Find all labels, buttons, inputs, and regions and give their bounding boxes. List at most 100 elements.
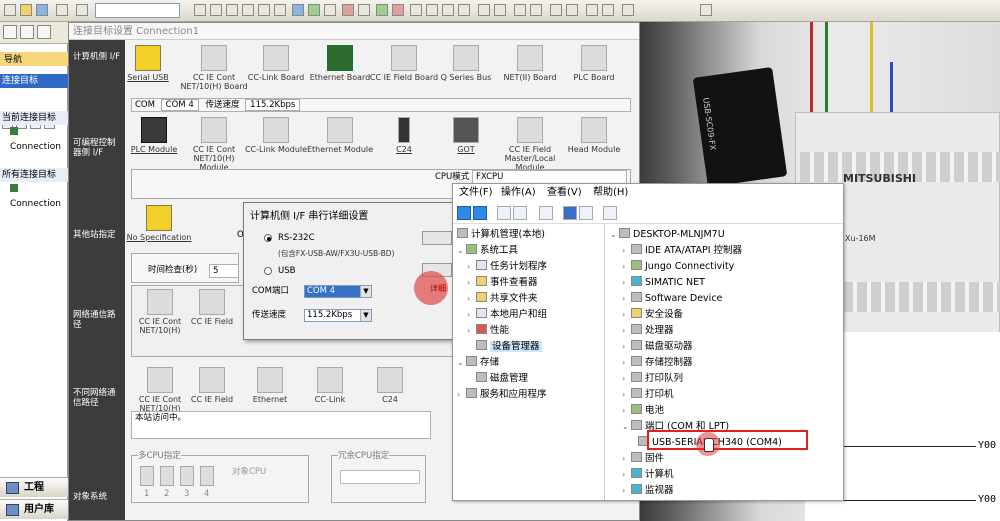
diff-network-c24[interactable]: C24: [355, 367, 425, 404]
properties-icon[interactable]: [539, 206, 553, 220]
delete-line-icon[interactable]: [494, 4, 506, 16]
plc-if-got[interactable]: GOT: [431, 117, 501, 154]
time-check-input[interactable]: 5: [209, 264, 239, 278]
device-firmware[interactable]: › 固件: [622, 452, 664, 465]
rs232c-radio[interactable]: [264, 234, 272, 242]
toolbar-more-icon[interactable]: [700, 4, 712, 16]
tree-system-tools[interactable]: ⌄ 系统工具: [457, 244, 518, 257]
tree-storage[interactable]: ⌄ 存储: [457, 356, 499, 369]
help-icon[interactable]: [76, 4, 88, 16]
pc-if-cc-ie-field[interactable]: CC IE Field Board: [369, 45, 439, 82]
cpu-2-button[interactable]: [160, 466, 174, 486]
cpu-1-button[interactable]: [140, 466, 154, 486]
cpu-3-button[interactable]: [180, 466, 194, 486]
cut-icon[interactable]: [194, 4, 206, 16]
current-target-item[interactable]: Connection: [0, 126, 68, 152]
device-monitor[interactable]: › 监视器: [622, 484, 674, 497]
stop-icon[interactable]: [392, 4, 404, 16]
pc-if-q-series-bus[interactable]: Q Series Bus: [431, 45, 501, 82]
nav-list-icon[interactable]: [20, 25, 34, 39]
convert-icon[interactable]: [586, 4, 598, 16]
plc-if-cc-ie-field[interactable]: CC IE Field Master/Local Module: [495, 117, 565, 172]
tree-performance[interactable]: › 性能: [467, 324, 509, 337]
tree-computer-management[interactable]: 计算机管理(本地): [457, 228, 545, 241]
pc-if-cc-link[interactable]: CC-Link Board: [241, 45, 311, 82]
ladder-coil-1[interactable]: Y00: [978, 440, 996, 451]
ladder-icon[interactable]: [410, 4, 422, 16]
device-software[interactable]: › Software Device: [622, 292, 722, 305]
print-icon[interactable]: [56, 4, 68, 16]
view-icon[interactable]: [579, 206, 593, 220]
comment-icon[interactable]: [550, 4, 562, 16]
show-hide-tree-icon[interactable]: [513, 206, 527, 220]
device-ide[interactable]: › IDE ATA/ATAPI 控制器: [622, 244, 742, 257]
plc-if-ethernet[interactable]: Ethernet Module: [305, 117, 375, 154]
help-icon[interactable]: [563, 206, 577, 220]
other-station-no-spec[interactable]: No Specification: [114, 205, 204, 242]
tree-device-manager[interactable]: 设备管理器: [467, 340, 542, 353]
statement-icon[interactable]: [566, 4, 578, 16]
nav-project-button[interactable]: 工程: [0, 477, 68, 497]
toolbar-select[interactable]: [95, 3, 180, 18]
device-security[interactable]: › 安全设备: [622, 308, 683, 321]
run-icon[interactable]: [376, 4, 388, 16]
new-icon[interactable]: [4, 4, 16, 16]
network-cc-ie-field[interactable]: CC IE Field: [177, 289, 247, 326]
usb-radio[interactable]: [264, 267, 272, 275]
device-computer[interactable]: › 计算机: [622, 468, 674, 481]
menu-help[interactable]: 帮助(H): [593, 184, 628, 202]
forward-icon[interactable]: [473, 206, 487, 220]
open-icon[interactable]: [20, 4, 32, 16]
coil-icon[interactable]: [442, 4, 454, 16]
ladder-coil-2[interactable]: Y00: [978, 494, 996, 505]
transfer-speed-select[interactable]: 115.2Kbps ▼: [304, 309, 372, 322]
device-jungo[interactable]: › Jungo Connectivity: [622, 260, 734, 273]
find-icon[interactable]: [274, 4, 286, 16]
menu-action[interactable]: 操作(A): [501, 184, 536, 202]
device-battery[interactable]: › 电池: [622, 404, 664, 417]
dialog-ok-button[interactable]: [422, 231, 452, 245]
nav-grid-icon[interactable]: [37, 25, 51, 39]
nav-folder-icon[interactable]: [3, 25, 17, 39]
device-disk-drive[interactable]: › 磁盘驱动器: [622, 340, 693, 353]
device-printer[interactable]: › 打印机: [622, 388, 674, 401]
redo-icon[interactable]: [258, 4, 270, 16]
pc-if-plc-board[interactable]: PLC Board: [559, 45, 629, 82]
zoom-in-icon[interactable]: [514, 4, 526, 16]
zoom-out-icon[interactable]: [530, 4, 542, 16]
device-simatic[interactable]: › SIMATIC NET: [622, 276, 705, 289]
pc-if-cc-ie-cont[interactable]: CC IE Cont NET/10(H) Board: [179, 45, 249, 91]
menu-view[interactable]: 查看(V): [547, 184, 582, 202]
compile-icon[interactable]: [602, 4, 614, 16]
undo-icon[interactable]: [242, 4, 254, 16]
plc-if-cc-link[interactable]: CC-Link Module: [241, 117, 311, 154]
plc-if-c24[interactable]: C24: [369, 117, 439, 154]
tree-task-scheduler[interactable]: › 任务计划程序: [467, 260, 547, 273]
read-icon[interactable]: [324, 4, 336, 16]
device-root[interactable]: ⌄ DESKTOP-MLNJM7U: [610, 228, 725, 241]
window-icon[interactable]: [622, 4, 634, 16]
plc-if-cc-ie-cont[interactable]: CC IE Cont NET/10(H) Module: [179, 117, 249, 172]
cpu-4-button[interactable]: [200, 466, 214, 486]
com-port-select[interactable]: COM 4 ▼: [304, 285, 372, 298]
redundant-cpu-select[interactable]: [340, 470, 420, 484]
tree-event-viewer[interactable]: › 事件查看器: [467, 276, 538, 289]
monitor-icon[interactable]: [603, 206, 617, 220]
device-storage-controller[interactable]: › 存储控制器: [622, 356, 693, 369]
monitor-icon[interactable]: [308, 4, 320, 16]
paste-icon[interactable]: [226, 4, 238, 16]
tree-disk-management[interactable]: 磁盘管理: [467, 372, 528, 385]
detail-button[interactable]: 详细: [430, 283, 446, 295]
verify-icon[interactable]: [358, 4, 370, 16]
up-folder-icon[interactable]: [497, 206, 511, 220]
device-print-queue[interactable]: › 打印队列: [622, 372, 683, 385]
nav-user-library-button[interactable]: 用户库: [0, 499, 68, 519]
pc-if-serial-usb[interactable]: Serial USB: [113, 45, 183, 82]
write-icon[interactable]: [342, 4, 354, 16]
contact-icon[interactable]: [426, 4, 438, 16]
save-icon[interactable]: [36, 4, 48, 16]
pc-if-ethernet[interactable]: Ethernet Board: [305, 45, 375, 82]
device-icon[interactable]: [292, 4, 304, 16]
nav-section-connection[interactable]: 连接目标: [0, 74, 68, 88]
plc-if-head-module[interactable]: Head Module: [559, 117, 629, 154]
